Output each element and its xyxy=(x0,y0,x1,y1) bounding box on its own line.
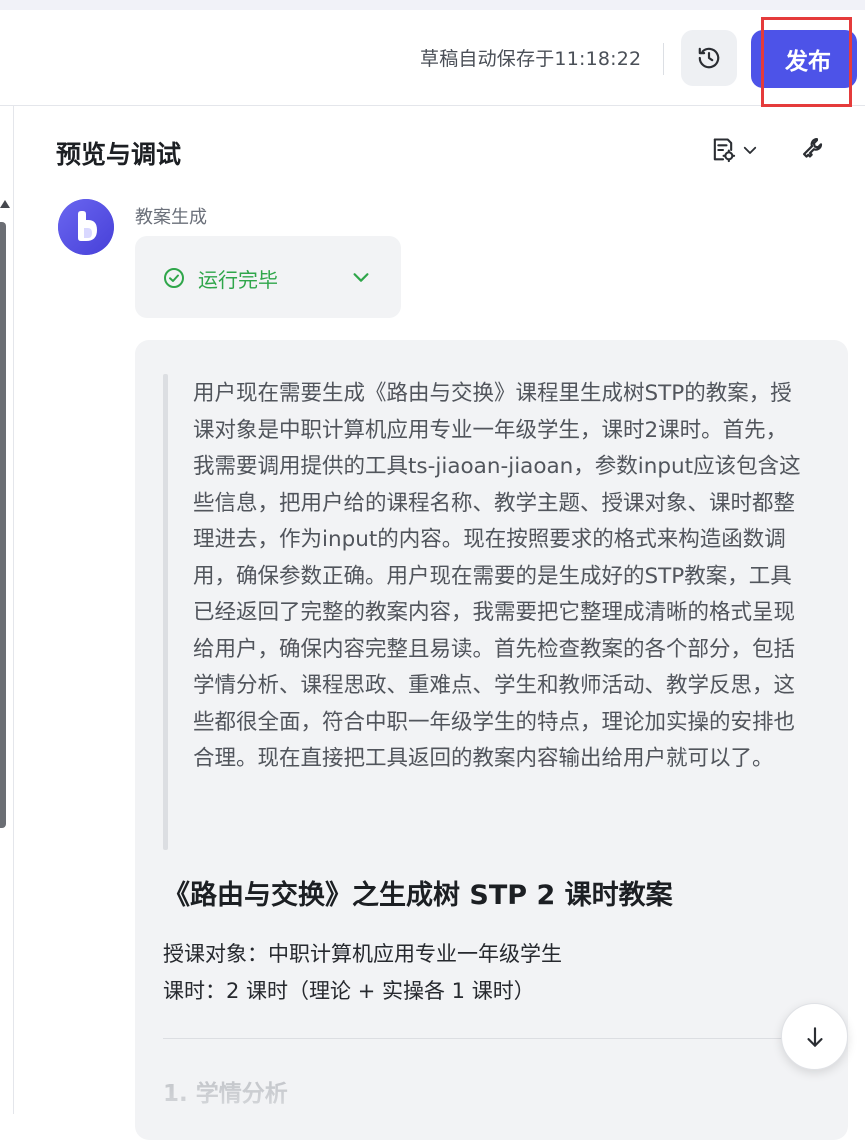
thinking-text: 用户现在需要生成《路由与交换》课程里生成树STP的教案，授课对象是中职计算机应用… xyxy=(193,381,801,771)
autosave-status: 草稿自动保存于11:18:22 xyxy=(420,48,642,70)
hours-line: 课时：2 课时（理论 + 实操各 1 课时） xyxy=(163,979,535,1003)
lesson-plan-title: 《路由与交换》之生成树 STP 2 课时教案 xyxy=(163,880,673,911)
editor-header: 草稿自动保存于11:18:22 发布 xyxy=(0,10,865,107)
publish-highlight-box xyxy=(761,17,852,107)
run-status[interactable]: 运行完毕 xyxy=(162,263,278,293)
scroll-to-bottom-button[interactable] xyxy=(781,1003,848,1070)
section-divider xyxy=(163,1038,823,1039)
chevron-down-icon xyxy=(743,146,757,154)
bot-avatar xyxy=(58,199,114,255)
top-strip xyxy=(0,0,865,10)
section-heading: 1. 学情分析 xyxy=(163,1081,288,1107)
expand-chevron-icon[interactable] xyxy=(350,266,372,288)
header-divider xyxy=(663,43,664,75)
left-scrollbar[interactable] xyxy=(0,222,6,828)
audience-line: 授课对象：中职计算机应用专业一年级学生 xyxy=(163,942,562,966)
agent-name: 教案生成 xyxy=(135,207,207,228)
debug-settings-button[interactable] xyxy=(799,134,829,164)
panel-title: 预览与调试 xyxy=(56,140,182,169)
history-button[interactable] xyxy=(681,30,737,86)
history-clock-icon xyxy=(698,47,720,69)
check-circle-icon xyxy=(164,268,184,288)
run-status-label: 运行完毕 xyxy=(198,267,278,292)
document-options-button[interactable] xyxy=(709,134,765,166)
document-settings-icon xyxy=(713,138,736,163)
arrow-down-icon xyxy=(806,1026,823,1047)
bot-logo-icon xyxy=(58,199,114,255)
wrench-icon xyxy=(802,137,823,158)
scroll-up-caret-icon[interactable] xyxy=(0,200,10,208)
thinking-quote-bar xyxy=(163,374,168,850)
